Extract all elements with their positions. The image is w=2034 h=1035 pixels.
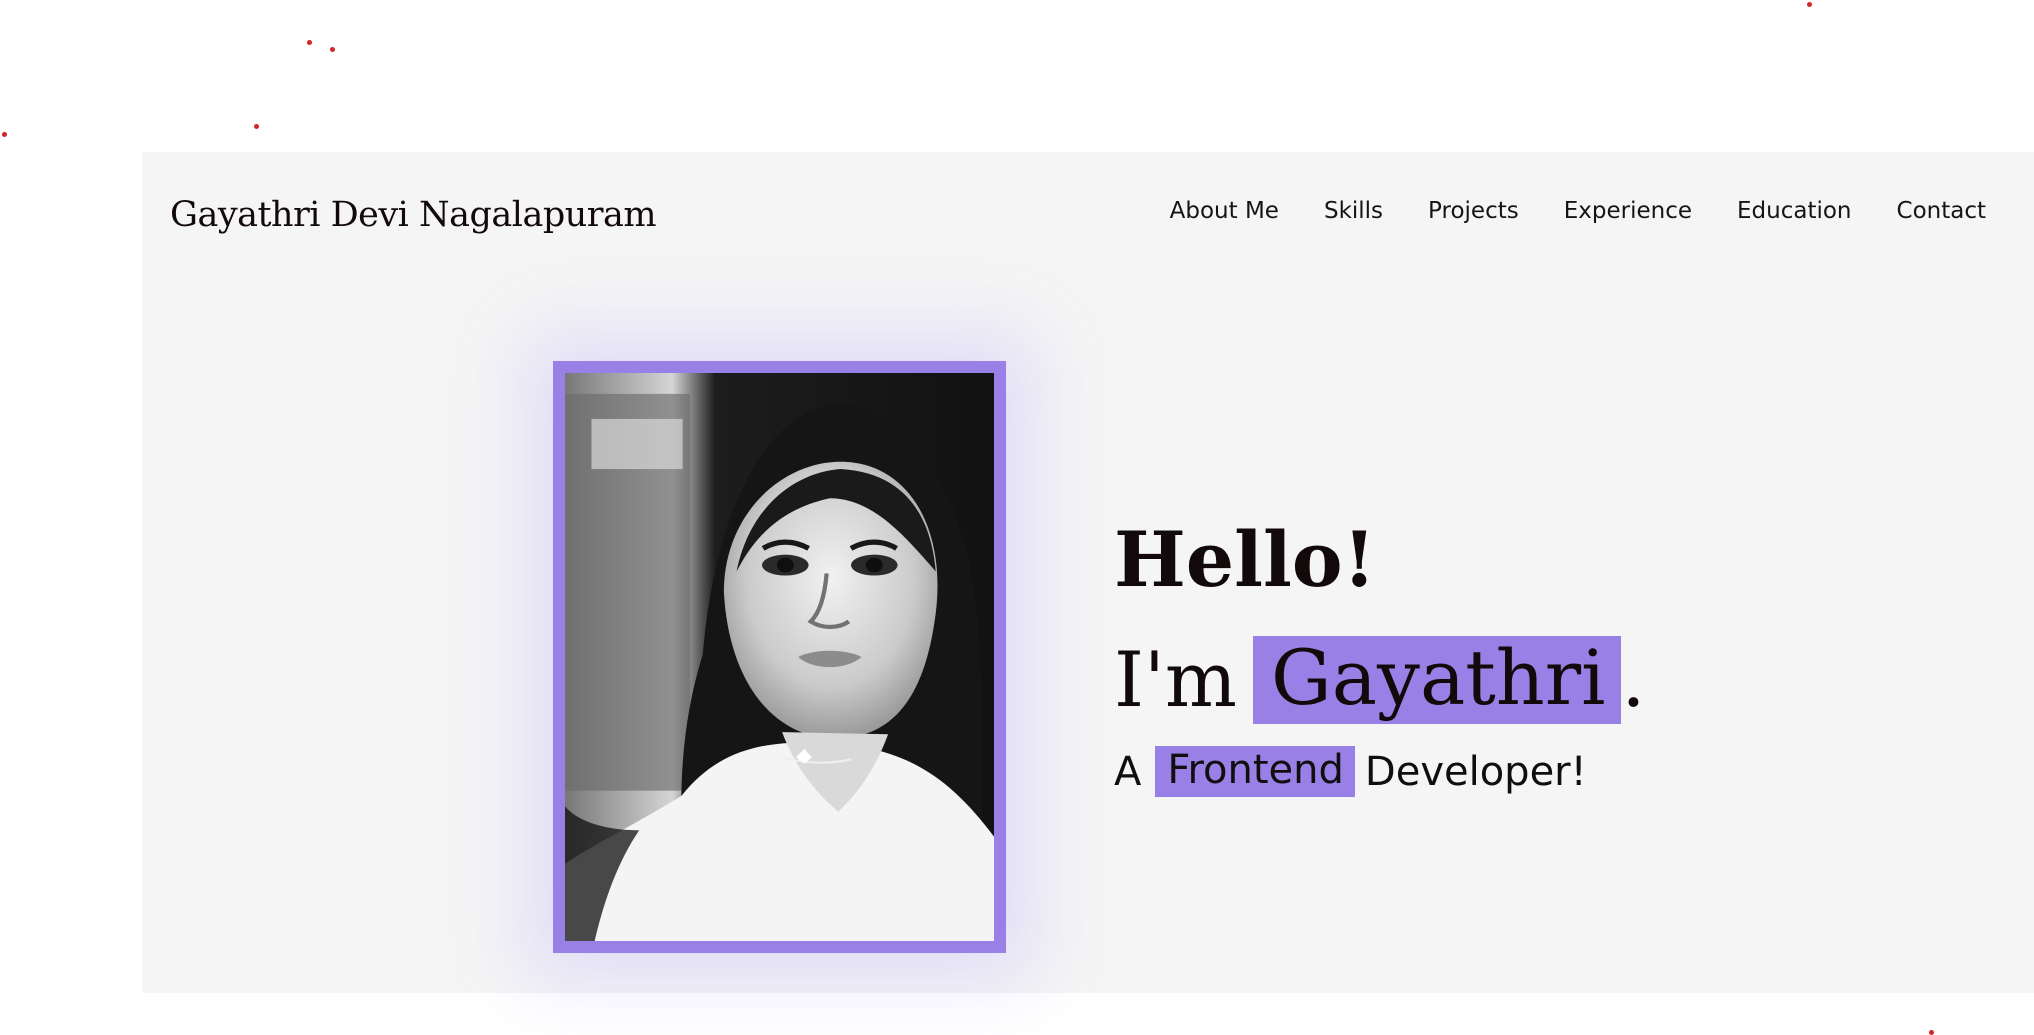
profile-photo-frame — [553, 361, 1006, 953]
intro-prefix: I'm — [1114, 635, 1237, 724]
hero-intro-line: I'm Gayathri . — [1114, 636, 1814, 724]
nav-contact[interactable]: Contact — [1897, 198, 1986, 226]
decorative-dot — [2, 132, 7, 137]
role-suffix: Developer! — [1364, 748, 1587, 795]
intro-suffix: . — [1621, 635, 1646, 724]
hero-role-line: A Frontend Developer! — [1114, 746, 1814, 797]
main-navigation: About Me Skills Projects Experience Educ… — [1170, 198, 1986, 226]
role-prefix: A — [1114, 748, 1142, 795]
nav-experience[interactable]: Experience — [1564, 198, 1692, 226]
hero-greeting: Hello! — [1114, 515, 1376, 604]
portrait-illustration — [565, 373, 994, 941]
profile-photo — [565, 373, 994, 941]
portfolio-panel: Gayathri Devi Nagalapuram About Me Skill… — [142, 152, 2034, 993]
decorative-dot — [1929, 1030, 1934, 1035]
decorative-dot — [307, 40, 312, 45]
decorative-dot — [254, 124, 259, 129]
nav-skills[interactable]: Skills — [1324, 198, 1383, 226]
brand-name[interactable]: Gayathri Devi Nagalapuram — [170, 196, 657, 235]
intro-name-highlight: Gayathri — [1252, 636, 1622, 724]
nav-projects[interactable]: Projects — [1428, 198, 1519, 226]
hero-text-block: Hello! I'm Gayathri . A Frontend Develop… — [1114, 522, 1814, 797]
decorative-dot — [1807, 2, 1812, 7]
role-highlight: Frontend — [1155, 746, 1355, 797]
nav-about-me[interactable]: About Me — [1170, 198, 1279, 226]
decorative-dot — [330, 47, 335, 52]
nav-education[interactable]: Education — [1737, 198, 1852, 226]
